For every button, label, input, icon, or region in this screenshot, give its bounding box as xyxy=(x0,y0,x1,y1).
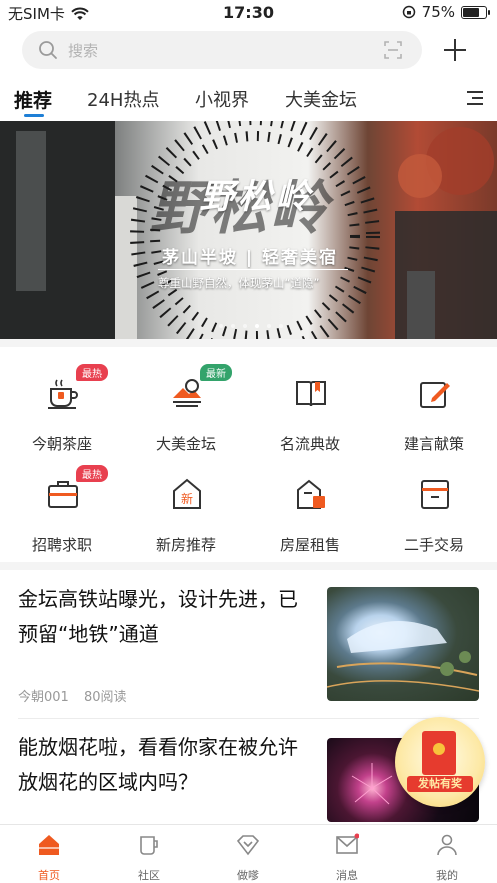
news-reads: 80阅读 xyxy=(84,690,127,705)
battery-icon xyxy=(461,5,490,19)
tab-messages[interactable]: 消息 xyxy=(307,833,387,883)
tab-home[interactable]: 首页 xyxy=(9,833,89,883)
news-source: 今朝001 xyxy=(18,690,69,705)
grid-item-stories[interactable]: 名流典故 xyxy=(248,376,372,466)
news-headline[interactable]: 能放烟花啦，看看你家在被允许放烟花的区域内吗？ xyxy=(18,730,308,800)
grid-item-tea[interactable]: 最热 今朝茶座 xyxy=(0,364,124,466)
book-icon xyxy=(296,381,326,407)
divider xyxy=(0,562,497,570)
grid-item-jobs[interactable]: 最热 招聘求职 xyxy=(0,465,124,567)
tab-label: 消息 xyxy=(336,869,358,882)
tab-recommend[interactable]: 推荐 xyxy=(14,86,52,113)
rotation-lock-icon xyxy=(402,5,415,19)
red-packet-button[interactable]: 发帖有奖 xyxy=(395,717,485,807)
red-envelope-icon xyxy=(422,731,456,775)
tab-community[interactable]: 社区 xyxy=(109,833,189,883)
channel-tabs: 推荐 24H热点 小视界 大美金坛 xyxy=(0,78,497,120)
news-item[interactable]: 金坛高铁站曝光，设计先进，已预留“地铁”通道 今朝001 80阅读 xyxy=(0,582,497,717)
news-headline[interactable]: 金坛高铁站曝光，设计先进，已预留“地铁”通道 xyxy=(18,582,308,652)
grid-label-rent: 房屋租售 xyxy=(279,536,340,554)
tab-24h-hot[interactable]: 24H热点 xyxy=(87,86,159,112)
grid-label-second-hand: 二手交易 xyxy=(403,536,464,554)
grid-label-tea: 今朝茶座 xyxy=(31,435,92,453)
red-packet-label: 发帖有奖 xyxy=(407,776,473,792)
new-house-icon: 新 xyxy=(173,478,201,509)
edit-icon xyxy=(420,382,450,408)
search-icon xyxy=(39,41,57,59)
diamond-icon xyxy=(236,835,260,856)
divider xyxy=(0,339,497,347)
grid-label-suggest: 建言献策 xyxy=(403,435,464,453)
tea-cup-icon xyxy=(48,379,78,409)
briefcase-icon xyxy=(48,481,78,508)
tab-zuodia[interactable]: 做嗲 xyxy=(208,833,288,883)
banner-title: 野松岭 xyxy=(200,177,314,217)
grid-label-jintan: 大美金坛 xyxy=(155,435,216,453)
grid-item-new-house[interactable]: 新 新房推荐 xyxy=(124,477,248,567)
tab-mine[interactable]: 我的 xyxy=(407,833,487,883)
banner-subtitle: 茅山半坡 | 轻奢美宿 xyxy=(162,248,339,268)
add-icon[interactable] xyxy=(441,36,469,64)
carousel-dots[interactable] xyxy=(219,324,283,328)
grid-item-jintan[interactable]: 最新 大美金坛 xyxy=(124,364,248,466)
tab-label: 做嗲 xyxy=(237,869,259,882)
grid-label-stories: 名流典故 xyxy=(279,435,340,453)
cup-icon xyxy=(140,836,158,855)
divider xyxy=(18,718,479,719)
hot-badge: 最热 xyxy=(76,465,108,482)
battery-percent: 75% xyxy=(421,3,455,21)
hot-badge: 最热 xyxy=(76,364,108,381)
status-bar: 无SIM卡 17:30 75% xyxy=(0,0,497,26)
channel-menu-icon[interactable] xyxy=(467,91,483,109)
grid-item-second-hand[interactable]: 二手交易 xyxy=(372,477,496,567)
new-badge: 最新 xyxy=(200,364,232,381)
person-icon xyxy=(437,834,457,856)
home-icon xyxy=(39,835,59,855)
mail-icon xyxy=(336,833,360,854)
tab-label: 我的 xyxy=(436,869,458,882)
bottom-tab-bar: 首页 社区 做嗲 消息 我的 xyxy=(0,824,497,883)
scan-icon[interactable] xyxy=(384,41,402,59)
tab-label: 首页 xyxy=(38,869,60,882)
tab-jintan[interactable]: 大美金坛 xyxy=(285,86,357,112)
tab-small-vision[interactable]: 小视界 xyxy=(195,86,249,112)
banner-tagline: 尊重山野自然，体现茅山“道隐” xyxy=(158,276,320,290)
landscape-icon xyxy=(173,379,201,407)
grid-item-suggest[interactable]: 建言献策 xyxy=(372,376,496,466)
search-bar[interactable]: 搜索 xyxy=(22,31,422,69)
grid-label-new-house: 新房推荐 xyxy=(155,536,216,554)
tab-label: 社区 xyxy=(138,869,160,882)
search-input[interactable]: 搜索 xyxy=(68,40,98,61)
news-thumbnail[interactable] xyxy=(327,587,479,701)
grid-label-jobs: 招聘求职 xyxy=(31,536,92,554)
house-rent-icon xyxy=(297,479,325,509)
active-tab-indicator xyxy=(24,114,44,117)
box-icon xyxy=(421,480,449,509)
svg-text:新: 新 xyxy=(181,491,193,506)
banner-divider xyxy=(158,269,348,270)
grid-item-rent[interactable]: 房屋租售 xyxy=(248,477,372,567)
banner-carousel[interactable]: 野松岭 野松岭 茅山半坡 | 轻奢美宿 尊重山野自然，体现茅山“道隐” xyxy=(0,121,497,339)
